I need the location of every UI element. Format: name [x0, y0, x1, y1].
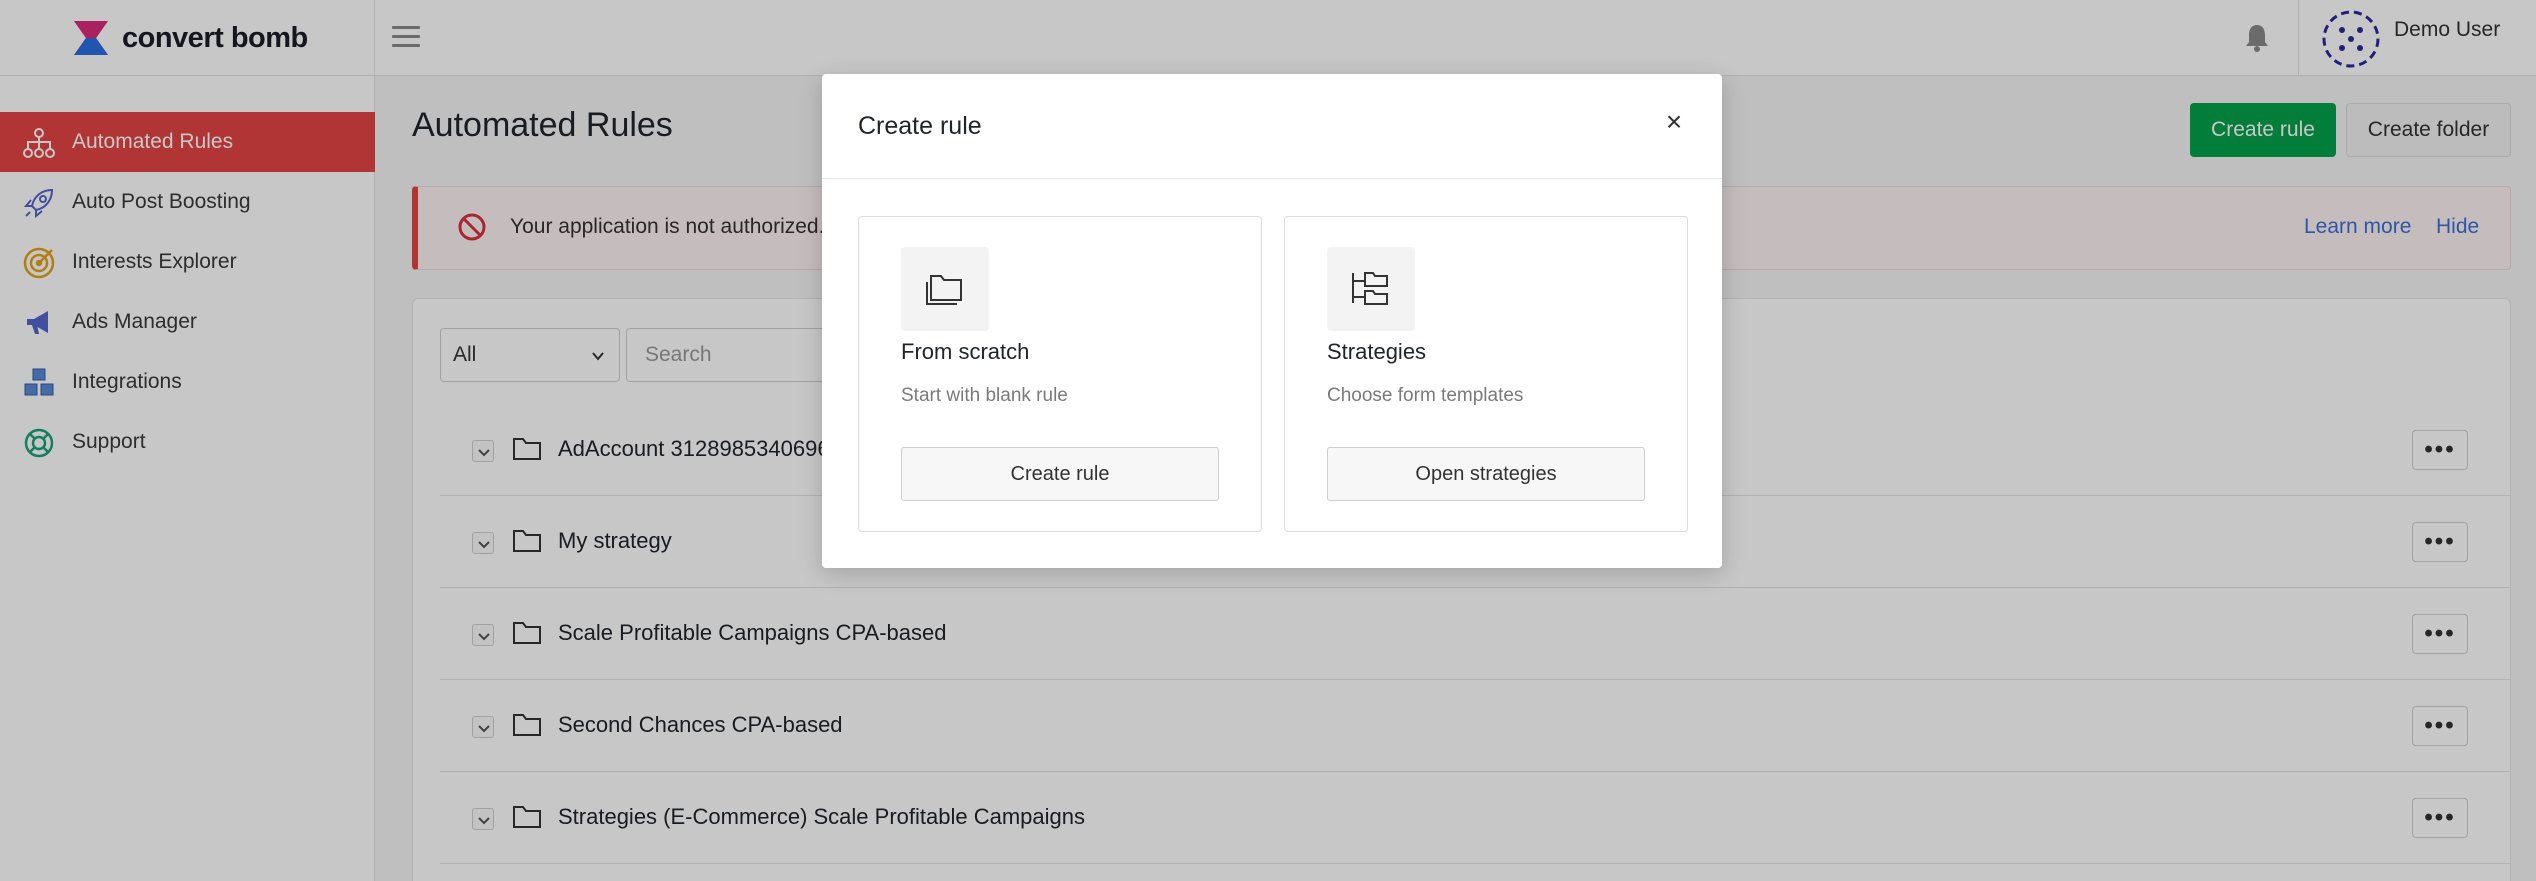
create-rule-modal: Create rule × From scratch Start with bl…	[822, 74, 1722, 568]
create-rule-from-scratch-button[interactable]: Create rule	[901, 447, 1219, 501]
card-title: From scratch	[901, 339, 1030, 364]
folder-tree-icon	[1352, 272, 1388, 305]
card-subtitle: Choose form templates	[1327, 385, 1524, 406]
folders-icon	[926, 275, 962, 305]
card-subtitle: Start with blank rule	[901, 385, 1068, 406]
open-strategies-button[interactable]: Open strategies	[1327, 447, 1645, 501]
card-title: Strategies	[1327, 339, 1427, 364]
card-icon-box	[901, 247, 989, 331]
modal-title: Create rule	[858, 112, 982, 140]
option-card-from-scratch[interactable]: From scratch Start with blank rule Creat…	[858, 216, 1262, 532]
close-icon[interactable]: ×	[1662, 108, 1686, 136]
modal-header: Create rule ×	[822, 74, 1722, 179]
card-icon-box	[1327, 247, 1415, 331]
option-card-strategies[interactable]: Strategies Choose form templates Open st…	[1284, 216, 1688, 532]
